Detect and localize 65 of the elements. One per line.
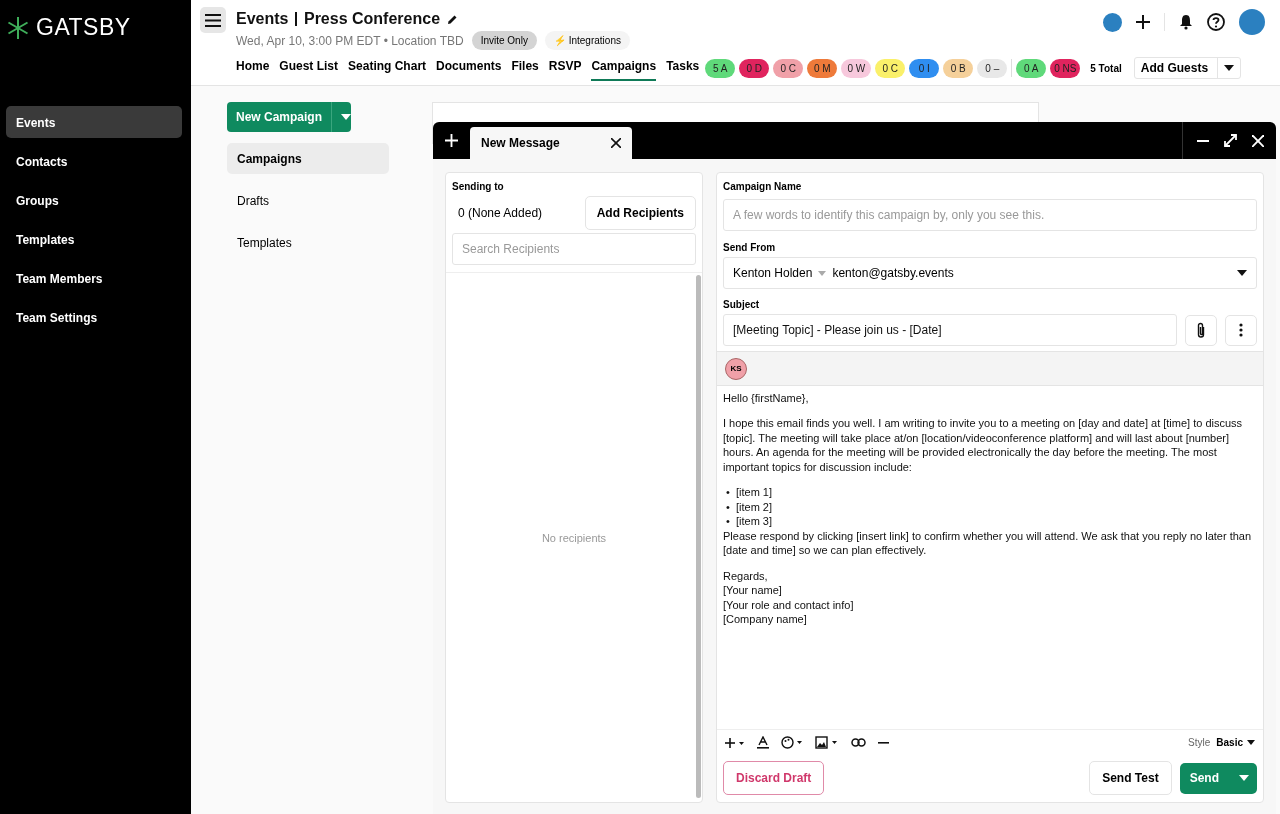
- sidebar-item[interactable]: Events: [6, 106, 182, 138]
- status-pill[interactable]: 0 NS: [1050, 58, 1081, 78]
- add-guests-button[interactable]: Add Guests: [1133, 57, 1242, 79]
- style-label: Style: [1188, 737, 1211, 748]
- event-details: Wed, Apr 10, 3:00 PM EDT • Location TBD: [236, 33, 464, 48]
- recipient-count: 0 (None Added): [457, 206, 543, 220]
- nav-tab[interactable]: Campaigns: [591, 55, 657, 81]
- nav-tab[interactable]: Documents: [436, 55, 502, 81]
- status-pill[interactable]: 5 A: [705, 58, 736, 78]
- brand-name: GATSBY: [36, 14, 131, 41]
- nav-tab[interactable]: RSVP: [548, 55, 582, 81]
- status-pill[interactable]: 0 A: [1016, 58, 1047, 78]
- send-from-dropdown[interactable]: Kenton Holden kenton@gatsby.events: [723, 257, 1257, 289]
- signature-line: [Your name]: [723, 583, 783, 598]
- sidebar-item[interactable]: Team Members: [6, 262, 182, 294]
- message-tab[interactable]: New Message: [470, 127, 632, 159]
- paragraph: Please respond by clicking [insert link] to confirm whether you will attend. We ask that you reply no later than [date and time] so we can plan effectively.: [723, 528, 1253, 558]
- campaign-nav-item[interactable]: Drafts: [227, 185, 389, 216]
- signature-line: [Your role and contact info]: [723, 597, 855, 612]
- greeting-text: Hello {firstName},: [723, 390, 810, 405]
- discard-draft-button[interactable]: Discard Draft: [723, 761, 825, 795]
- nav-tab[interactable]: Files: [511, 55, 539, 81]
- campaign-name-field[interactable]: A few words to identify this campaign by, only you see this.: [723, 199, 1257, 231]
- nav-tab[interactable]: Tasks: [666, 55, 700, 81]
- nav-tab[interactable]: Guest List: [279, 55, 339, 81]
- invite-badge: Invite Only: [471, 31, 537, 50]
- status-pill[interactable]: 0 D: [739, 58, 770, 78]
- sidebar-item[interactable]: Groups: [6, 184, 182, 216]
- nav-tab[interactable]: Home: [236, 55, 270, 81]
- status-pill[interactable]: 0 C: [875, 58, 906, 78]
- subject-field[interactable]: [Meeting Topic] - Please join us - [Date]: [723, 314, 1177, 346]
- status-pill[interactable]: 0 C: [773, 58, 804, 78]
- sidebar-item[interactable]: Templates: [6, 223, 182, 255]
- list-item: • [item 3]: [725, 514, 774, 529]
- field-label: Send From: [723, 242, 777, 253]
- add-recipients-button[interactable]: Add Recipients: [584, 196, 696, 230]
- paragraph: I hope this email finds you well. I am writing to invite you to a meeting on [day and date] at [time] to discuss [topic]. The meeting will take place at/on [location/videoconference platform] and will last about [number] hours. An agenda for the meeting will be provided electronically the day before the meeting. The most important topics for discussion include:: [723, 416, 1244, 474]
- status-pill[interactable]: 0 –: [977, 58, 1008, 78]
- field-label: Subject: [723, 299, 761, 310]
- avatar[interactable]: KS: [725, 357, 747, 380]
- signature-line: [Company name]: [723, 612, 808, 627]
- page-title: Events: [236, 10, 289, 28]
- list-item: • [item 2]: [725, 499, 774, 514]
- status-pill[interactable]: 0 B: [943, 58, 974, 78]
- search-field[interactable]: Search Recipients: [452, 233, 696, 265]
- empty-message: No recipients: [541, 531, 607, 544]
- field-label: Campaign Name: [723, 181, 803, 192]
- integrations-button[interactable]: ⚡ Integrations: [544, 31, 630, 50]
- nav-tab[interactable]: Seating Chart: [348, 55, 427, 81]
- total-count: 5 Total: [1090, 62, 1122, 74]
- send-test-button[interactable]: Send Test: [1089, 761, 1172, 795]
- sidebar-item[interactable]: Team Settings: [6, 301, 182, 333]
- send-button[interactable]: Send: [1179, 762, 1257, 794]
- sidebar-item[interactable]: Contacts: [6, 145, 182, 177]
- style-dropdown[interactable]: Basic: [1216, 737, 1255, 748]
- field-label: Sending to: [452, 181, 505, 192]
- signature-line: Regards,: [723, 568, 769, 583]
- status-pill[interactable]: 0 M: [807, 58, 838, 78]
- status-pill[interactable]: 0 I: [909, 58, 940, 78]
- status-pill[interactable]: 0 W: [841, 58, 872, 78]
- event-title: Press Conference: [303, 10, 441, 28]
- new-campaign-button[interactable]: New Campaign: [227, 102, 351, 132]
- list-item: • [item 1]: [725, 485, 774, 500]
- campaign-nav-item[interactable]: Campaigns: [227, 143, 389, 174]
- campaign-nav-item[interactable]: Templates: [227, 227, 389, 258]
